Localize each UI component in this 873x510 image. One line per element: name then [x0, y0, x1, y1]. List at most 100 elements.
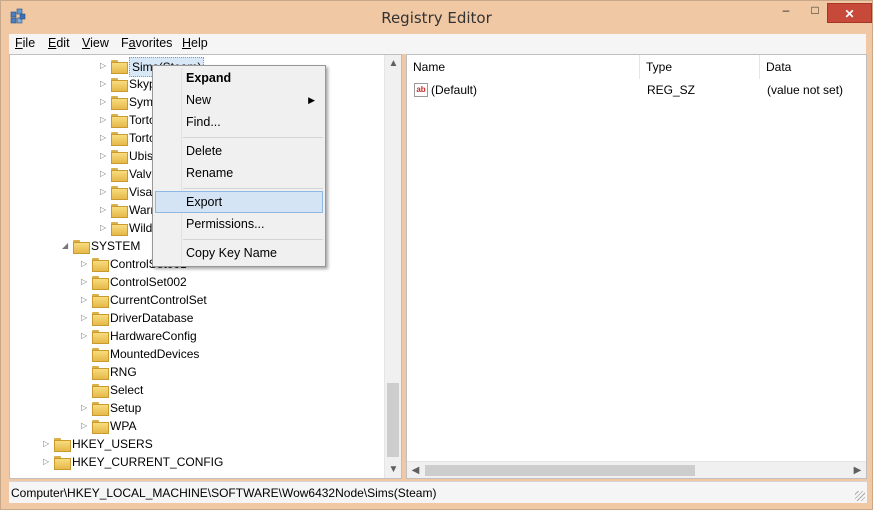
expand-arrow-icon[interactable]: ▷: [81, 291, 91, 309]
tree-node-label: HKEY_CURRENT_CONFIG: [72, 455, 224, 469]
status-bar: Computer\HKEY_LOCAL_MACHINE\SOFTWARE\Wow…: [9, 481, 867, 503]
expand-arrow-icon[interactable]: ▷: [81, 255, 91, 273]
expand-arrow-icon[interactable]: ▷: [43, 453, 53, 471]
folder-icon: [92, 420, 109, 434]
minimize-button[interactable]: –: [772, 3, 800, 23]
expand-arrow-icon[interactable]: ▷: [100, 75, 110, 93]
menu-edit-rest: dit: [56, 36, 70, 50]
folder-icon: [54, 456, 71, 470]
folder-icon: [92, 258, 109, 272]
tree-node-label: Visa: [129, 185, 153, 199]
expand-arrow-icon[interactable]: ▷: [100, 93, 110, 111]
context-separator: [183, 137, 323, 138]
menu-help-rest: elp: [191, 36, 208, 50]
menu-file-rest: ile: [22, 36, 36, 50]
submenu-arrow-icon: ▶: [308, 95, 315, 105]
tree-node[interactable]: ▷ HardwareConfig: [10, 327, 380, 345]
value-name: (Default): [431, 83, 478, 97]
folder-icon: [92, 294, 109, 308]
tree-vertical-scrollbar[interactable]: ▲ ▼: [384, 55, 401, 478]
menu-favorites[interactable]: Favorites: [121, 36, 172, 50]
folder-icon: [92, 330, 109, 344]
registry-editor-window: Registry Editor – □ ✕ File Edit View Fav…: [0, 0, 873, 510]
context-separator: [183, 188, 323, 189]
folder-icon: [111, 150, 128, 164]
column-header-type[interactable]: Type: [640, 55, 760, 79]
expand-arrow-icon[interactable]: ▷: [81, 399, 91, 417]
expand-arrow-icon[interactable]: ▷: [100, 57, 110, 75]
menu-favorites-pre: F: [121, 36, 129, 50]
folder-icon: [111, 96, 128, 110]
expand-arrow-icon[interactable]: ▷: [81, 327, 91, 345]
expand-arrow-icon[interactable]: ▷: [100, 219, 110, 237]
folder-icon: [111, 168, 128, 182]
title-bar[interactable]: Registry Editor – □ ✕: [1, 1, 872, 33]
context-expand[interactable]: Expand: [155, 67, 323, 89]
menu-help[interactable]: Help: [182, 36, 208, 50]
context-permissions[interactable]: Permissions...: [155, 213, 323, 235]
menu-file[interactable]: File: [15, 36, 35, 50]
tree-node[interactable]: ▷ WPA: [10, 417, 380, 435]
context-menu: Expand New ▶ Find... Delete Rename Export…: [152, 65, 326, 267]
context-rename[interactable]: Rename: [155, 162, 323, 184]
folder-icon: [92, 366, 109, 380]
tree-node[interactable]: RNG: [10, 363, 380, 381]
folder-icon: [54, 438, 71, 452]
tree-node-label: SYSTEM: [91, 239, 141, 253]
tree-scroll-thumb[interactable]: [387, 383, 399, 457]
context-export[interactable]: Export: [155, 191, 323, 213]
folder-icon: [92, 402, 109, 416]
tree-node[interactable]: MountedDevices: [10, 345, 380, 363]
expand-arrow-icon[interactable]: ▷: [81, 309, 91, 327]
expand-arrow-icon[interactable]: ▷: [100, 111, 110, 129]
context-copy-key-name[interactable]: Copy Key Name: [155, 242, 323, 264]
expand-arrow-icon[interactable]: ▷: [100, 165, 110, 183]
scroll-left-arrow[interactable]: ◀: [407, 462, 424, 478]
resize-grip-icon[interactable]: [855, 491, 865, 501]
tree-node[interactable]: ▷ ControlSet002: [10, 273, 380, 291]
folder-icon: [92, 384, 109, 398]
tree-node-label: RNG: [110, 365, 137, 379]
column-header-data[interactable]: Data: [760, 55, 866, 79]
value-row[interactable]: ab (Default) REG_SZ (value not set): [407, 81, 866, 99]
menu-bar: File Edit View Favorites Help: [9, 34, 866, 54]
tree-node-label: HardwareConfig: [110, 329, 197, 343]
expand-arrow-icon[interactable]: ▷: [100, 147, 110, 165]
menu-view[interactable]: View: [82, 36, 109, 50]
list-horizontal-scrollbar[interactable]: ◀ ▶: [407, 461, 866, 478]
close-button[interactable]: ✕: [827, 3, 872, 23]
context-new[interactable]: New ▶: [155, 89, 323, 111]
tree-node-label: ControlSet002: [110, 275, 187, 289]
folder-icon: [92, 312, 109, 326]
context-find[interactable]: Find...: [155, 111, 323, 133]
tree-node[interactable]: ▷ DriverDatabase: [10, 309, 380, 327]
tree-node-label: CurrentControlSet: [110, 293, 207, 307]
tree-node[interactable]: ▷ HKEY_CURRENT_CONFIG: [10, 453, 380, 471]
expand-arrow-icon[interactable]: ▷: [100, 201, 110, 219]
scroll-up-arrow[interactable]: ▲: [385, 55, 401, 72]
collapse-arrow-icon[interactable]: ◢: [62, 237, 72, 255]
expand-arrow-icon[interactable]: ▷: [81, 273, 91, 291]
expand-arrow-icon[interactable]: ▷: [100, 183, 110, 201]
tree-node-label: HKEY_USERS: [72, 437, 153, 451]
expand-arrow-icon[interactable]: ▷: [100, 129, 110, 147]
list-scroll-thumb[interactable]: [425, 465, 695, 476]
scroll-right-arrow[interactable]: ▶: [849, 462, 866, 478]
menu-edit[interactable]: Edit: [48, 36, 70, 50]
context-new-label: New: [186, 93, 212, 107]
tree-node-label: DriverDatabase: [110, 311, 194, 325]
tree-node[interactable]: ▷ Setup: [10, 399, 380, 417]
tree-node-label: Wild: [129, 221, 153, 235]
values-list-pane[interactable]: Name Type Data ab (Default) REG_SZ (valu…: [406, 54, 867, 479]
tree-node[interactable]: Select: [10, 381, 380, 399]
column-header-name[interactable]: Name: [407, 55, 640, 79]
tree-node[interactable]: ▷ HKEY_USERS: [10, 435, 380, 453]
expand-arrow-icon[interactable]: ▷: [43, 435, 53, 453]
scroll-down-arrow[interactable]: ▼: [385, 461, 401, 478]
folder-icon: [92, 276, 109, 290]
folder-icon: [111, 78, 128, 92]
maximize-button[interactable]: □: [801, 3, 829, 23]
expand-arrow-icon[interactable]: ▷: [81, 417, 91, 435]
context-delete[interactable]: Delete: [155, 140, 323, 162]
tree-node[interactable]: ▷ CurrentControlSet: [10, 291, 380, 309]
